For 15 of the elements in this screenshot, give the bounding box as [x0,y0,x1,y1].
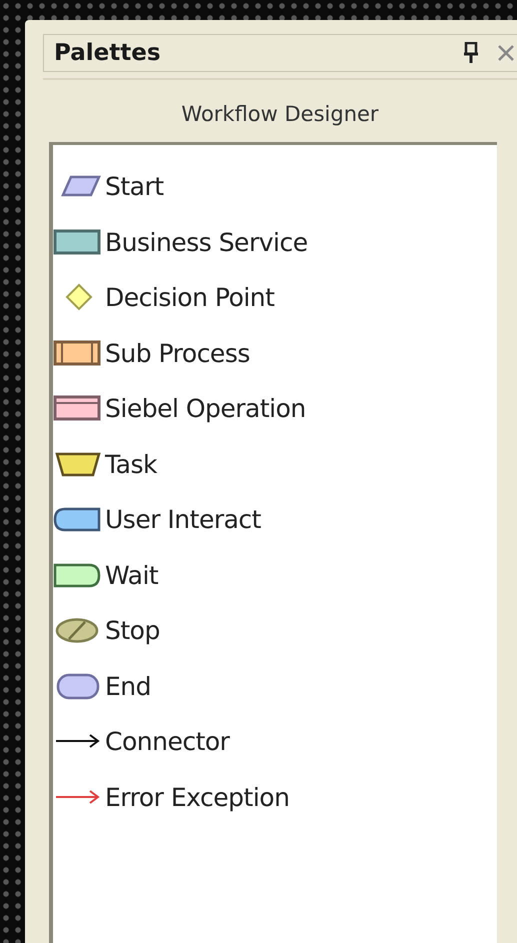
panel-title: Palettes [54,40,162,66]
palette-item[interactable]: Stop [105,616,160,646]
palette-item[interactable]: Connector [105,727,230,756]
palette-item[interactable]: Task [105,450,157,479]
palette-item[interactable]: Decision Point [105,283,274,312]
palette-item[interactable]: Start [105,172,164,202]
pin-icon[interactable] [463,42,479,64]
palette-item[interactable]: End [105,672,152,701]
palette-item[interactable]: Siebel Operation [105,394,306,424]
close-icon[interactable] [497,44,515,62]
palette-item[interactable]: Error Exception [105,782,290,812]
palette-item[interactable]: Sub Process [105,338,250,368]
palette-item[interactable]: Wait [105,560,158,590]
palette-item[interactable]: Business Service [105,228,308,257]
palette-item[interactable]: User Interact [105,505,261,534]
